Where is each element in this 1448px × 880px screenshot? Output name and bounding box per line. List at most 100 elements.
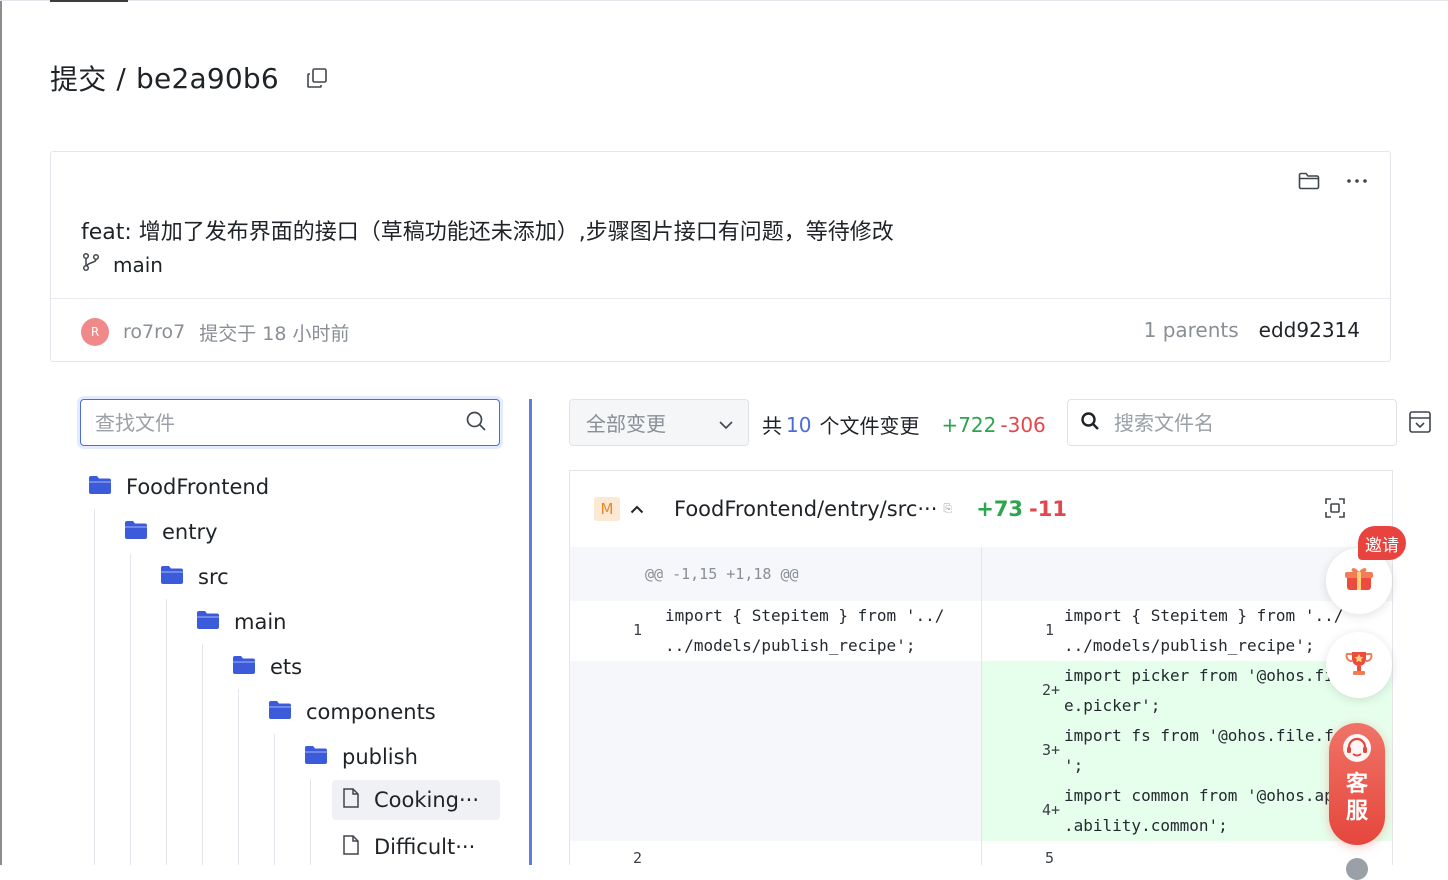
chevron-down-icon [718,411,734,435]
tree-folder-main[interactable]: main [196,602,286,642]
hunk-header-row: @@ -1,15 +1,18 @@ [570,547,1392,601]
commit-card-actions [1296,168,1370,194]
active-tab-indicator [50,0,128,2]
collapse-all-icon[interactable] [1408,410,1434,436]
parents-row: 1 parents edd92314 [1144,318,1360,342]
files-changed-count: 10 [786,412,812,437]
tree-folder-ets[interactable]: ets [232,647,302,687]
tree-file-difficult[interactable]: Difficult··· [332,827,475,867]
commit-time: 提交于 18 小时前 [199,322,350,345]
file-icon [342,834,360,861]
search-icon [1080,411,1100,435]
diff-summary: 共 10 个文件变更 +722 -306 [762,410,1046,439]
file-additions: +73 [976,497,1024,521]
file-path[interactable]: FoodFrontend/entry/src··· [674,497,937,521]
file-icon [342,787,360,814]
invite-badge[interactable]: 邀请 [1358,526,1406,560]
change-filter-dropdown[interactable]: 全部变更 [569,399,749,446]
branch-icon [81,252,101,277]
tree-item-label: src [198,565,229,589]
tree-item-label: ets [270,655,303,679]
page-title-row: 提交 / be2a90b6 [50,58,331,98]
line-number: 1 [1044,621,1054,639]
summary-suffix: 个文件变更 [819,414,920,438]
code-line: import common from '@ohos.app .ability.c… [1064,786,1344,835]
code-line: import fs from '@ohos.file.fs '; [1064,726,1344,775]
line-number: 4+ [1041,801,1060,819]
branch-name[interactable]: main [113,253,163,277]
commit-short-hash: be2a90b6 [136,61,279,95]
tree-item-label: FoodFrontend [126,475,270,499]
code-line: import { Stepitem } from '../ ../models/… [665,606,945,655]
search-icon[interactable] [465,410,487,436]
branch-row: main [81,252,163,277]
tree-guide [166,599,167,865]
tree-guide [310,779,311,865]
folder-icon[interactable] [1296,168,1322,194]
line-number: 5 [1044,849,1054,865]
author-name[interactable]: ro7ro7 [123,321,185,343]
tree-item-label: publish [342,745,418,769]
code-line: import picker from '@ohos.fil e.picker'; [1064,666,1344,715]
tree-guide [274,734,275,865]
tree-guide [94,509,95,865]
line-number: 2+ [1041,681,1060,699]
card-divider [51,298,1390,299]
tree-item-label: entry [162,520,218,544]
file-search-input[interactable] [93,409,465,436]
chevron-up-icon[interactable] [628,500,646,518]
filename-search-input[interactable] [1112,409,1384,436]
scroll-hint-dot [1346,858,1368,880]
tree-folder-components[interactable]: components [268,692,436,732]
folder-icon [160,565,184,590]
diff-divider [981,547,982,601]
tree-file-cooking[interactable]: Cooking··· [332,780,500,820]
fullscreen-icon[interactable] [1324,497,1348,521]
commit-message: feat: 增加了发布界面的接口（草稿功能还未添加）,步骤图片接口有问题，等待修… [81,220,894,245]
file-diff-header: M FoodFrontend/entry/src··· ⎘ +73 -11 [570,471,1392,547]
file-tree: FoodFrontend entry src main ets componen… [80,465,510,865]
tree-item-label: main [234,610,287,634]
tree-item-label: Cooking··· [374,788,480,812]
page-title-prefix: 提交 [50,63,107,96]
tree-folder-foodfrontend[interactable]: FoodFrontend [88,467,269,507]
line-number: 3+ [1041,741,1060,759]
change-filter-value: 全部变更 [586,412,666,436]
panel-resizer[interactable] [529,399,532,865]
filename-search-box[interactable] [1067,399,1397,446]
diff-row-added: 2+ import picker from '@ohos.fil e.picke… [570,661,1392,841]
diff-left-cell: 1 import { Stepitem } from '../ ../model… [570,601,981,661]
tree-guide [238,689,239,865]
commit-meta: R ro7ro7 提交于 18 小时前 [81,318,349,346]
tree-folder-src[interactable]: src [160,557,229,597]
copy-icon[interactable] [303,64,331,92]
file-search-box[interactable] [80,399,500,446]
file-deletions: -11 [1029,497,1067,521]
customer-service-button[interactable]: 客 服 [1329,723,1385,845]
hunk-header: @@ -1,15 +1,18 @@ [645,565,799,583]
copy-path-icon[interactable]: ⎘ [943,502,952,516]
folder-icon [304,745,328,770]
tree-item-label: components [306,700,436,724]
top-border [0,0,1448,1]
folder-icon [232,655,256,680]
headset-icon [1340,733,1374,769]
code-line: import { Stepitem } from '../ ../models/… [1064,606,1344,655]
commit-card: feat: 增加了发布界面的接口（草稿功能还未添加）,步骤图片接口有问题，等待修… [50,151,1391,362]
folder-icon [88,475,112,500]
service-label-1: 客 [1345,772,1368,797]
parent-hash-link[interactable]: edd92314 [1259,318,1360,342]
diff-row: 2 5 [570,841,1392,865]
tree-folder-publish[interactable]: publish [304,737,418,777]
line-number: 1 [632,621,642,639]
page-title-separator: / [116,61,127,95]
tree-guide [202,644,203,865]
line-number: 2 [632,849,642,865]
file-diff-card: M FoodFrontend/entry/src··· ⎘ +73 -11 @@… [569,470,1393,865]
diff-row: 1 import { Stepitem } from '../ ../model… [570,601,1392,661]
more-icon[interactable] [1344,168,1370,194]
trophy-button[interactable] [1326,632,1392,698]
avatar[interactable]: R [81,318,109,346]
tree-folder-entry[interactable]: entry [124,512,218,552]
tree-item-label: Difficult··· [374,835,476,859]
